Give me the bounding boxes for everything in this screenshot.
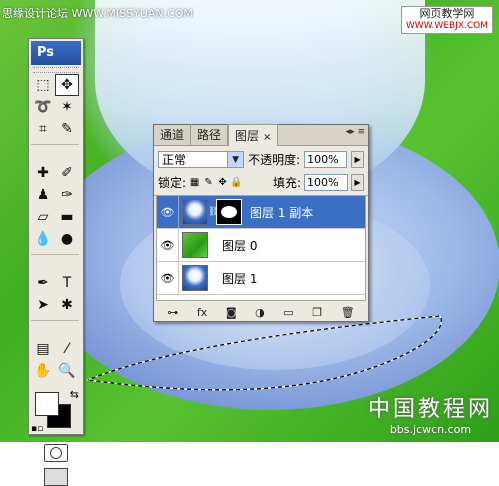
notes-icon[interactable]: ▤ xyxy=(31,338,55,360)
hand-icon[interactable]: ✋ xyxy=(31,360,55,382)
layer-row[interactable]: 👁 ⛓ 图层 1 副本 xyxy=(157,196,365,229)
layer-thumbnail[interactable] xyxy=(182,265,208,291)
layer-thumbnail[interactable] xyxy=(182,232,208,258)
fill-label: 填充: xyxy=(272,176,301,190)
layer-name[interactable]: 图层 0 xyxy=(222,237,257,254)
eye-icon[interactable]: 👁 xyxy=(157,229,179,261)
color-swatches: ⇆ ▪▫ xyxy=(31,388,81,434)
custom-shape-icon[interactable]: ✱ xyxy=(55,294,79,316)
watermark-bottom-right: 中国教程网 bbs.jcwcn.com xyxy=(368,391,493,436)
tab-channels[interactable]: 通道 xyxy=(154,124,192,145)
type-icon[interactable]: T xyxy=(55,272,79,294)
new-group-icon[interactable]: ▭ xyxy=(283,306,293,319)
close-tab-icon[interactable]: × xyxy=(263,132,271,143)
layer-row[interactable]: 👁 图层 1 xyxy=(157,262,365,295)
dodge-icon[interactable]: ● xyxy=(55,228,79,250)
lock-transparent-icon[interactable]: ▦ xyxy=(189,177,200,188)
zoom-icon[interactable]: 🔍 xyxy=(55,360,79,382)
link-layers-icon[interactable]: ⊶ xyxy=(167,306,178,319)
fill-input[interactable]: 100% xyxy=(304,174,348,191)
lock-position-icon[interactable]: ✥ xyxy=(217,177,228,188)
watermark-top-right: 网页教学网 WWW.WEBJX.COM xyxy=(400,6,493,34)
tab-layers-label: 图层 xyxy=(235,129,260,143)
eraser-icon[interactable]: ▱ xyxy=(31,206,55,228)
opacity-slider-arrow-icon[interactable]: ▶ xyxy=(351,151,364,168)
layer-mask-thumbnail[interactable] xyxy=(216,199,242,225)
magic-wand-icon[interactable]: ✶ xyxy=(55,96,79,118)
history-brush-icon[interactable]: ✑ xyxy=(55,184,79,206)
layer-name[interactable]: 图层 1 xyxy=(222,270,257,287)
tool-separator xyxy=(31,250,79,255)
layer-name[interactable]: 图层 1 副本 xyxy=(250,204,313,221)
layers-panel: 通道 路径 图层 × ◂▸ ≡ 正常 ▼ 不透明度: 100% ▶ 锁定: ▦ ✎… xyxy=(153,124,369,322)
layers-bottom-bar: ⊶ fx ◙ ◑ ▭ ❐ 🗑 xyxy=(154,301,368,323)
watermark-top-left: 思缘设计论坛 WWW.MISSYUAN.COM xyxy=(2,7,193,20)
link-chain-icon[interactable]: ⛓ xyxy=(208,207,219,217)
swap-colors-icon[interactable]: ⇆ xyxy=(70,388,79,401)
blur-icon[interactable]: 💧 xyxy=(31,228,55,250)
brush-icon[interactable]: ✐ xyxy=(55,162,79,184)
pen-icon[interactable]: ✒ xyxy=(31,272,55,294)
eyedropper-icon[interactable]: ✎ xyxy=(55,118,79,140)
move-icon[interactable]: ✥ xyxy=(55,74,79,96)
eyedropper2-icon[interactable]: ⁄ xyxy=(55,338,79,360)
tools-panel: Ps ⬚ ✥ ➰ ✶ ⌗ ✎ ✚ ✐ ♟ ✑ ▱ ▬ 💧 ● ✒ T ➤ ✱ ▤ ⁄ ✋ 🔍 ⇆ ▪▫ xyxy=(28,38,84,486)
quick-mask-icon xyxy=(50,447,62,459)
tool-separator xyxy=(31,140,79,145)
layer-style-icon[interactable]: fx xyxy=(197,306,207,319)
foreground-color-swatch[interactable] xyxy=(35,392,59,416)
opacity-label: 不透明度: xyxy=(248,153,301,167)
layer-row[interactable]: 👁 图层 0 xyxy=(157,229,365,262)
blend-mode-select[interactable]: 正常 ▼ xyxy=(158,151,245,168)
lock-image-icon[interactable]: ✎ xyxy=(203,177,214,188)
panel-grip[interactable] xyxy=(33,67,79,73)
eye-icon[interactable]: 👁 xyxy=(157,262,179,294)
eye-icon[interactable]: 👁 xyxy=(157,196,179,228)
watermark-top-right-url: WWW.WEBJX.COM xyxy=(405,21,488,31)
adjustment-layer-icon[interactable]: ◑ xyxy=(255,306,265,319)
marquee-icon[interactable]: ⬚ xyxy=(31,74,55,96)
default-colors-icon[interactable]: ▪▫ xyxy=(31,424,43,434)
panel-tabs: 通道 路径 图层 × ◂▸ ≡ xyxy=(154,124,368,146)
watermark-bottom-cn: 中国教程网 xyxy=(367,397,493,422)
quick-mask-button[interactable] xyxy=(44,444,68,462)
lasso-icon[interactable]: ➰ xyxy=(31,96,55,118)
chevron-down-icon: ▼ xyxy=(227,152,244,167)
watermark-top-right-cn: 网页教学网 xyxy=(419,7,475,20)
delete-layer-icon[interactable]: 🗑 xyxy=(341,306,355,319)
photoshop-logo[interactable]: Ps xyxy=(31,41,81,65)
blend-mode-value: 正常 xyxy=(162,153,187,167)
path-selection-icon[interactable]: ➤ xyxy=(31,294,55,316)
layer-list: 👁 ⛓ 图层 1 副本 👁 图层 0 👁 图层 1 xyxy=(156,196,366,301)
screen-mode-button[interactable] xyxy=(44,468,68,486)
panel-menu-icon[interactable]: ◂▸ ≡ xyxy=(346,127,365,137)
lock-fill-row: 锁定: ▦ ✎ ✥ 🔒 填充: 100% ▶ xyxy=(154,170,368,196)
blend-opacity-row: 正常 ▼ 不透明度: 100% ▶ xyxy=(154,146,368,170)
tab-layers[interactable]: 图层 × xyxy=(228,124,279,146)
lock-all-icon[interactable]: 🔒 xyxy=(230,177,242,188)
tab-paths[interactable]: 路径 xyxy=(191,124,229,145)
watermark-bottom-url: bbs.jcwcn.com xyxy=(389,423,472,436)
healing-brush-icon[interactable]: ✚ xyxy=(31,162,55,184)
opacity-input[interactable]: 100% xyxy=(304,151,348,168)
gradient-icon[interactable]: ▬ xyxy=(55,206,79,228)
clone-stamp-icon[interactable]: ♟ xyxy=(31,184,55,206)
crop-icon[interactable]: ⌗ xyxy=(31,118,55,140)
tool-separator xyxy=(31,316,79,321)
fill-slider-arrow-icon[interactable]: ▶ xyxy=(351,174,364,191)
tool-grid: ⬚ ✥ ➰ ✶ ⌗ ✎ ✚ ✐ ♟ ✑ ▱ ▬ 💧 ● ✒ T ➤ ✱ ▤ ⁄ ✋ 🔍 xyxy=(29,74,83,382)
add-mask-icon[interactable]: ◙ xyxy=(226,306,237,319)
layer-thumbnail[interactable] xyxy=(182,199,208,225)
new-layer-icon[interactable]: ❐ xyxy=(312,306,322,319)
lock-label: 锁定: xyxy=(158,176,187,190)
